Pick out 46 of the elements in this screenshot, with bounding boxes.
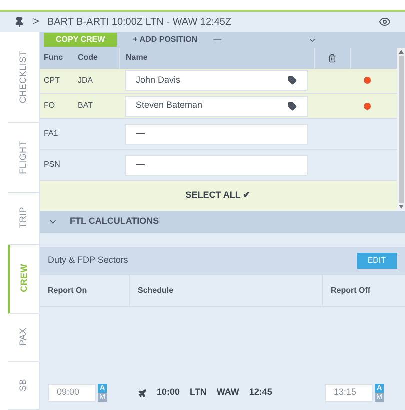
name-field[interactable]: —	[125, 124, 308, 145]
expand-arrow[interactable]: >	[33, 14, 40, 30]
header-title: BART B-ARTI 10:00Z LTN - WAW 12:45Z	[47, 16, 233, 30]
crew-row[interactable]: FO BAT Steven Bateman	[40, 94, 397, 120]
side-tab[interactable]: CREW	[8, 244, 39, 314]
scrollbar[interactable]	[397, 48, 405, 211]
scroll-up-icon[interactable]	[398, 50, 404, 54]
schedule-text: 12:45	[249, 386, 272, 400]
code-cell-text: BAT	[77, 100, 94, 112]
schedule-text: 10:00	[157, 386, 180, 400]
crew-row[interactable]: PSN —	[40, 150, 397, 182]
func-cell-text: CPT	[43, 74, 61, 87]
name-field[interactable]: —	[125, 154, 308, 176]
ftl-title: FTL CALCULATIONS	[70, 215, 160, 228]
column-header: Schedule	[130, 275, 323, 306]
dash-text: —	[214, 34, 222, 46]
report-off-field[interactable]: 13:15	[325, 384, 373, 402]
tag-icon[interactable]	[288, 102, 297, 111]
sectors-label: Duty & FDP Sectors	[48, 254, 130, 268]
column-header: Code	[77, 52, 99, 64]
column-header: Report On	[40, 275, 130, 306]
add-position-button[interactable]: + ADD POSITION	[133, 34, 198, 46]
crew-row[interactable]: CPT JDA John Davis	[40, 68, 397, 94]
ftl-header[interactable]: FTL CALCULATIONS	[40, 211, 405, 233]
edit-button[interactable]: EDIT	[356, 253, 397, 269]
func-cell-text: FA1	[43, 128, 60, 140]
column-header: Report Off	[330, 284, 372, 297]
plane-icon	[138, 388, 147, 398]
trash-icon[interactable]	[328, 54, 337, 63]
side-tab[interactable]: TRIP	[8, 192, 39, 245]
schedule-text: WAW	[216, 386, 240, 400]
name-field[interactable]: John Davis	[125, 70, 308, 92]
tag-icon[interactable]	[288, 76, 297, 86]
crew-row[interactable]: FA1 —	[40, 119, 397, 150]
pin-icon[interactable]	[14, 16, 25, 28]
name-field[interactable]: Steven Bateman	[125, 96, 308, 117]
column-header: Func	[43, 52, 64, 64]
code-cell-text: JDA	[77, 74, 94, 87]
func-cell-text: FO	[43, 100, 56, 112]
report-on-field[interactable]: 09:00	[48, 384, 96, 402]
eye-icon[interactable]	[379, 16, 391, 28]
func-cell-text: PSN	[43, 159, 62, 172]
select-all-button[interactable]: SELECT ALL ✔	[40, 181, 397, 211]
scroll-down-icon[interactable]	[398, 205, 404, 209]
copy-crew-button[interactable]: COPY CREW	[44, 33, 118, 47]
schedule-text: LTN	[190, 386, 207, 400]
